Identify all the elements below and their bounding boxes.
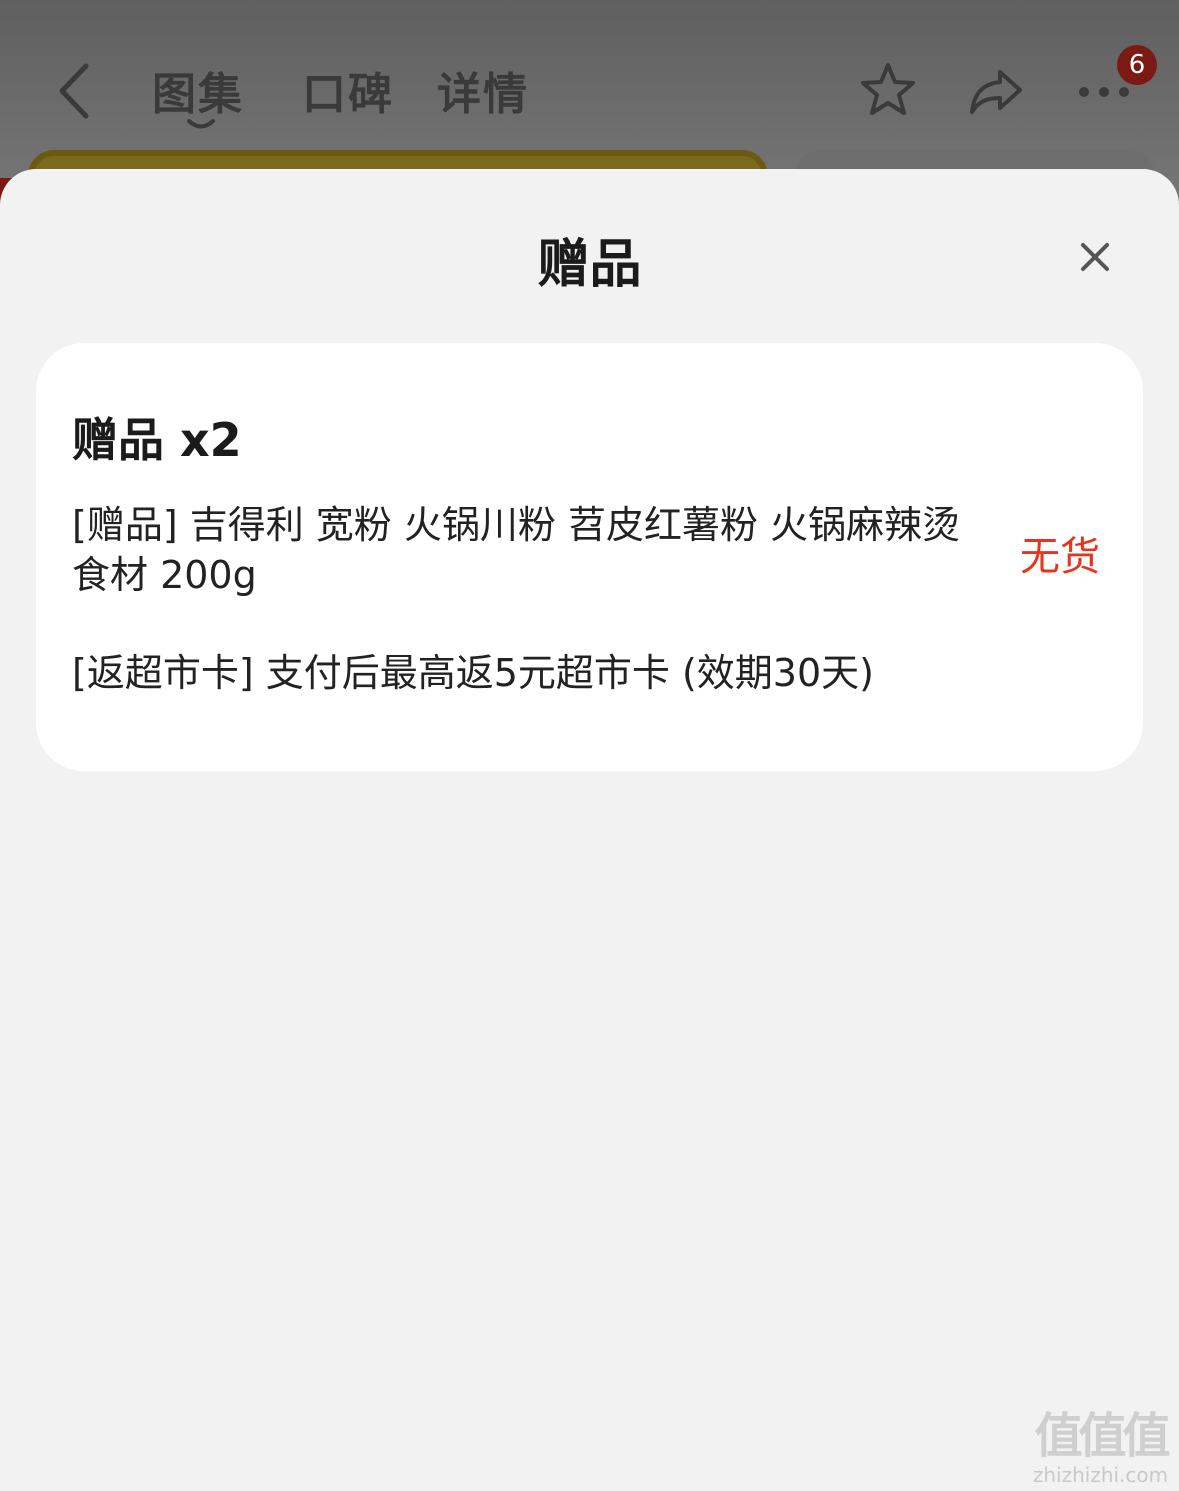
tab-gallery[interactable]: 图集 (152, 58, 244, 122)
tab-active-indicator (187, 119, 215, 129)
stock-status-label: 无货 (1020, 534, 1100, 580)
tab-details[interactable]: 详情 (437, 58, 529, 122)
notification-badge: 6 (1117, 45, 1157, 85)
favorite-button[interactable] (858, 60, 918, 120)
watermark-mark: 值值值 (1034, 1408, 1170, 1464)
back-button[interactable] (52, 62, 102, 120)
supermarket-card-text: [返超市卡] 支付后最高返5元超市卡 (效期30天) (72, 651, 874, 695)
watermark-url: zhizhizhi.com (1032, 1463, 1169, 1487)
watermark-logo: 值值值 zhizhizhi.com (1028, 1408, 1173, 1488)
share-button[interactable] (966, 60, 1026, 120)
star-icon (861, 63, 915, 115)
sheet-title: 赠品 (537, 235, 642, 295)
share-icon (970, 70, 1022, 114)
gift-count-heading: 赠品 x2 (72, 413, 242, 467)
tab-reviews[interactable]: 口碑 (302, 58, 394, 122)
close-icon (1081, 243, 1109, 271)
close-button[interactable] (1074, 236, 1116, 278)
back-icon (59, 63, 89, 119)
gift-item-text: [赠品] 吉得利 宽粉 火锅川粉 苕皮红薯粉 火锅麻辣烫食材 200g (72, 503, 961, 597)
